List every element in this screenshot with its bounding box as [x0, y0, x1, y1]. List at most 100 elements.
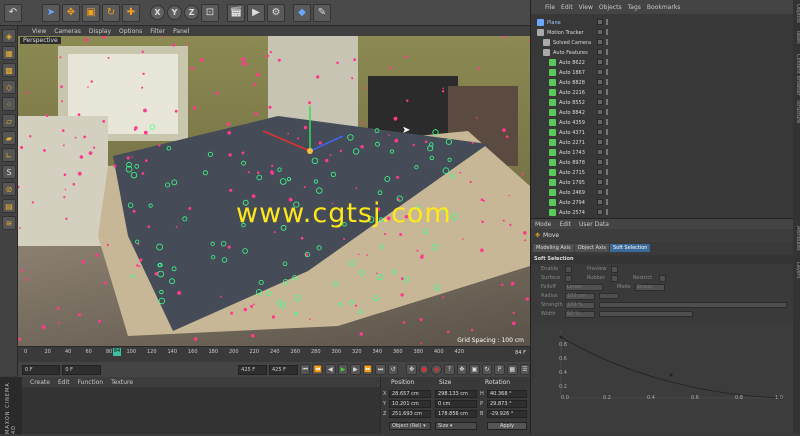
visibility-toggle[interactable] — [597, 189, 603, 195]
polygons-mode-icon[interactable]: ▰ — [2, 131, 16, 145]
object-row[interactable]: Plane — [531, 18, 793, 28]
timeline-menu-icon[interactable]: ☰ — [519, 364, 531, 375]
position-x-field[interactable]: 28.657 cm — [389, 390, 431, 398]
object-menu-view[interactable]: View — [579, 4, 593, 11]
edges-mode-icon[interactable]: ▱ — [2, 114, 16, 128]
loop-icon[interactable]: ↺ — [387, 364, 399, 375]
render-dots[interactable] — [606, 89, 608, 95]
go-start-icon[interactable]: ⏮ — [299, 364, 311, 375]
side-tab[interactable]: Layers — [793, 262, 800, 279]
object-row[interactable]: Auto 8622 — [531, 58, 793, 68]
object-row[interactable]: Auto 8978 — [531, 158, 793, 168]
object-menu-tags[interactable]: Tags — [628, 4, 641, 11]
visibility-toggle[interactable] — [597, 49, 603, 55]
object-row[interactable]: Auto 8552 — [531, 98, 793, 108]
end-frame-field[interactable]: 425 F — [269, 364, 298, 375]
x-axis-icon[interactable]: X — [150, 5, 165, 20]
mode-dropdown[interactable]: Group — [635, 284, 665, 291]
pen-icon[interactable]: ✎ — [313, 3, 331, 22]
scale-key-icon[interactable]: ▣ — [469, 364, 480, 375]
axis-mode-icon[interactable]: ∟ — [2, 148, 16, 162]
lock-icon[interactable]: ⊘ — [2, 182, 16, 196]
side-tab[interactable]: Attributes — [793, 226, 800, 251]
visibility-toggle[interactable] — [597, 199, 603, 205]
rotation-key-icon[interactable]: ↻ — [481, 364, 493, 375]
radius-slider[interactable] — [599, 293, 619, 299]
size-y-field[interactable]: 0 cm — [435, 400, 477, 408]
move-icon[interactable]: ✥ — [62, 3, 80, 22]
side-tab[interactable]: Content Browser — [793, 54, 800, 96]
object-row[interactable]: Auto 2715 — [531, 168, 793, 178]
object-row[interactable]: Auto 2574 — [531, 208, 793, 218]
visibility-toggle[interactable] — [597, 59, 603, 65]
position-key-icon[interactable]: ✥ — [456, 364, 468, 375]
radius-field[interactable]: 100 cm — [565, 293, 595, 300]
render-dots[interactable] — [606, 179, 608, 185]
render-dots[interactable] — [606, 139, 608, 145]
go-end-icon[interactable]: ⏭ — [375, 364, 386, 375]
render-dots[interactable] — [606, 119, 608, 125]
preview-start-field[interactable]: 0 F — [62, 364, 101, 375]
object-menu-bookmarks[interactable]: Bookmarks — [647, 4, 681, 11]
material-menu-texture[interactable]: Texture — [111, 379, 133, 386]
object-row[interactable]: Auto 2794 — [531, 198, 793, 208]
rubber-checkbox[interactable] — [611, 275, 618, 282]
viewport-menu-cameras[interactable]: Cameras — [54, 28, 81, 35]
apply-button[interactable]: Apply — [487, 422, 527, 430]
object-row[interactable]: Auto 4371 — [531, 128, 793, 138]
object-menu-file[interactable]: File — [545, 4, 555, 11]
strength-slider[interactable] — [599, 302, 787, 308]
render-dots[interactable] — [606, 199, 608, 205]
render-dots[interactable] — [606, 69, 608, 75]
render-dots[interactable] — [606, 59, 608, 65]
tab-soft-selection[interactable]: Soft Selection — [609, 243, 651, 252]
visibility-toggle[interactable] — [597, 139, 603, 145]
snap-icon[interactable]: S — [2, 165, 16, 179]
grid-icon[interactable]: ▤ — [2, 199, 16, 213]
coord-mode-dropdown[interactable]: Object (Rel) ▾ — [389, 422, 431, 430]
render-dots[interactable] — [606, 189, 608, 195]
undo-icon[interactable]: ↶ — [4, 3, 22, 22]
world-icon[interactable]: ⊡ — [201, 3, 219, 22]
visibility-toggle[interactable] — [597, 29, 603, 35]
select-arrow-icon[interactable]: ➤ — [42, 3, 60, 22]
position-y-field[interactable]: 10.201 cm — [389, 400, 431, 408]
render-dots[interactable] — [606, 169, 608, 175]
visibility-toggle[interactable] — [597, 179, 603, 185]
render-dots[interactable] — [606, 39, 608, 45]
play-icon[interactable]: ▶ — [337, 364, 349, 375]
render-dots[interactable] — [606, 209, 608, 215]
material-menu-function[interactable]: Function — [78, 379, 104, 386]
points-mode-icon[interactable]: ⁘ — [2, 97, 16, 111]
rotation-p-field[interactable]: 29.873 ° — [487, 400, 527, 408]
texture-mode-icon[interactable]: ▩ — [2, 63, 16, 77]
object-row[interactable]: Motion Tracker — [531, 28, 793, 38]
render-dots[interactable] — [606, 29, 608, 35]
visibility-toggle[interactable] — [597, 19, 603, 25]
viewport-menu-filter[interactable]: Filter — [150, 28, 165, 35]
render-dots[interactable] — [606, 49, 608, 55]
visibility-toggle[interactable] — [597, 89, 603, 95]
viewport-menu-display[interactable]: Display — [89, 28, 111, 35]
y-axis-icon[interactable]: Y — [167, 5, 182, 20]
viewport-menu-view[interactable]: View — [32, 28, 46, 35]
render-dots[interactable] — [606, 159, 608, 165]
visibility-toggle[interactable] — [597, 99, 603, 105]
prev-frame-icon[interactable]: ◀ — [325, 364, 336, 375]
object-row[interactable]: Auto Features — [531, 48, 793, 58]
visibility-toggle[interactable] — [597, 129, 603, 135]
surface-checkbox[interactable] — [565, 275, 572, 282]
pla-key-icon[interactable]: ▦ — [506, 364, 518, 375]
object-row[interactable]: Auto 2216 — [531, 88, 793, 98]
object-menu-objects[interactable]: Objects — [599, 4, 622, 11]
keyframe-selection-icon[interactable]: ✥ — [406, 364, 417, 375]
prev-key-icon[interactable]: ⏪ — [312, 364, 324, 375]
scale-icon[interactable]: ▣ — [82, 3, 100, 22]
object-row[interactable]: Auto 1795 — [531, 178, 793, 188]
viewport-menu-panel[interactable]: Panel — [173, 28, 189, 35]
tab-object-axis[interactable]: Object Axis — [574, 243, 609, 252]
render-dots[interactable] — [606, 129, 608, 135]
visibility-toggle[interactable] — [597, 209, 603, 215]
strength-field[interactable]: 100 % — [565, 302, 595, 309]
attr-menu-userdata[interactable]: User Data — [579, 221, 609, 228]
